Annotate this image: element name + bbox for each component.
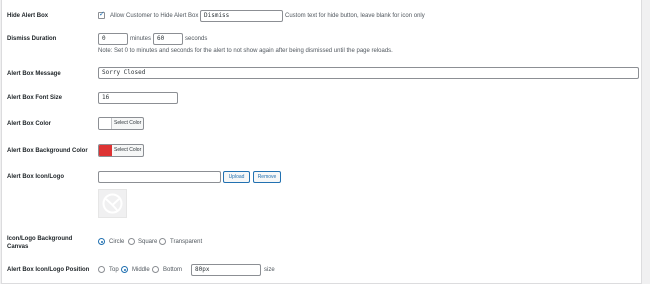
alert-box-background-color-label: Alert Box Background Color bbox=[7, 148, 88, 154]
alert-box-background-color-picker[interactable]: Select Color bbox=[98, 144, 144, 157]
font-size-input[interactable]: 16 bbox=[98, 92, 178, 104]
alert-box-color-picker[interactable]: Select Color bbox=[98, 117, 144, 130]
radio-middle-label: Middle bbox=[132, 267, 150, 273]
radio-top-label: Top bbox=[109, 267, 119, 273]
logo-preview bbox=[98, 189, 127, 218]
select-color-label: Select Color bbox=[114, 120, 142, 126]
logo-size-unit: size bbox=[264, 267, 275, 273]
hide-alert-box-label: Hide Alert Box bbox=[7, 13, 49, 19]
minutes-input[interactable]: 0 bbox=[98, 33, 128, 45]
seconds-input[interactable]: 60 bbox=[153, 33, 183, 45]
remove-button[interactable]: Remove bbox=[253, 171, 281, 183]
dismiss-duration-note: Note: Set 0 to minutes and seconds for t… bbox=[98, 48, 393, 54]
logo-placeholder-icon bbox=[102, 193, 123, 214]
logo-background-canvas-label: Icon/Logo Background Canvas bbox=[7, 236, 73, 250]
color-swatch bbox=[99, 145, 112, 156]
checkmark-icon: ✓ bbox=[99, 10, 105, 18]
alert-box-color-label: Alert Box Color bbox=[7, 121, 52, 127]
radio-transparent[interactable] bbox=[159, 238, 166, 245]
radio-bottom[interactable] bbox=[152, 266, 159, 273]
logo-position-label: Alert Box Icon/Logo Position bbox=[7, 267, 90, 273]
page-scrollbar[interactable] bbox=[643, 0, 650, 284]
alert-message-input[interactable]: Sorry Closed bbox=[98, 67, 639, 79]
logo-size-input[interactable]: 80px bbox=[191, 264, 261, 276]
color-swatch bbox=[99, 118, 112, 129]
seconds-unit: seconds bbox=[185, 36, 208, 42]
radio-bottom-label: Bottom bbox=[163, 267, 183, 273]
radio-square[interactable] bbox=[128, 238, 135, 245]
hide-alert-box-checkbox[interactable]: ✓ bbox=[98, 10, 105, 19]
alert-box-font-size-label: Alert Box Font Size bbox=[7, 95, 63, 101]
icon-url-input[interactable] bbox=[98, 171, 221, 183]
hide-button-help-text: Custom text for hide button, leave blank… bbox=[285, 13, 425, 19]
radio-transparent-label: Transparent bbox=[170, 239, 203, 245]
hide-alert-box-checkbox-label: Allow Customer to Hide Alert Box bbox=[110, 13, 199, 19]
dismiss-button-text-input[interactable]: Dismiss bbox=[200, 10, 283, 22]
upload-button[interactable]: Upload bbox=[223, 171, 250, 183]
minutes-unit: minutes bbox=[130, 36, 152, 42]
radio-square-label: Square bbox=[138, 239, 158, 245]
radio-top[interactable] bbox=[98, 266, 105, 273]
settings-panel: Hide Alert Box ✓ Allow Customer to Hide … bbox=[1, 0, 642, 284]
radio-middle[interactable] bbox=[121, 266, 128, 273]
radio-circle-label: Circle bbox=[109, 239, 125, 245]
radio-circle[interactable] bbox=[98, 238, 105, 245]
alert-box-icon-label: Alert Box Icon/Logo bbox=[7, 174, 64, 180]
dismiss-duration-label: Dismiss Duration bbox=[7, 36, 57, 42]
alert-box-message-label: Alert Box Message bbox=[7, 71, 61, 77]
select-color-label: Select Color bbox=[114, 147, 142, 153]
